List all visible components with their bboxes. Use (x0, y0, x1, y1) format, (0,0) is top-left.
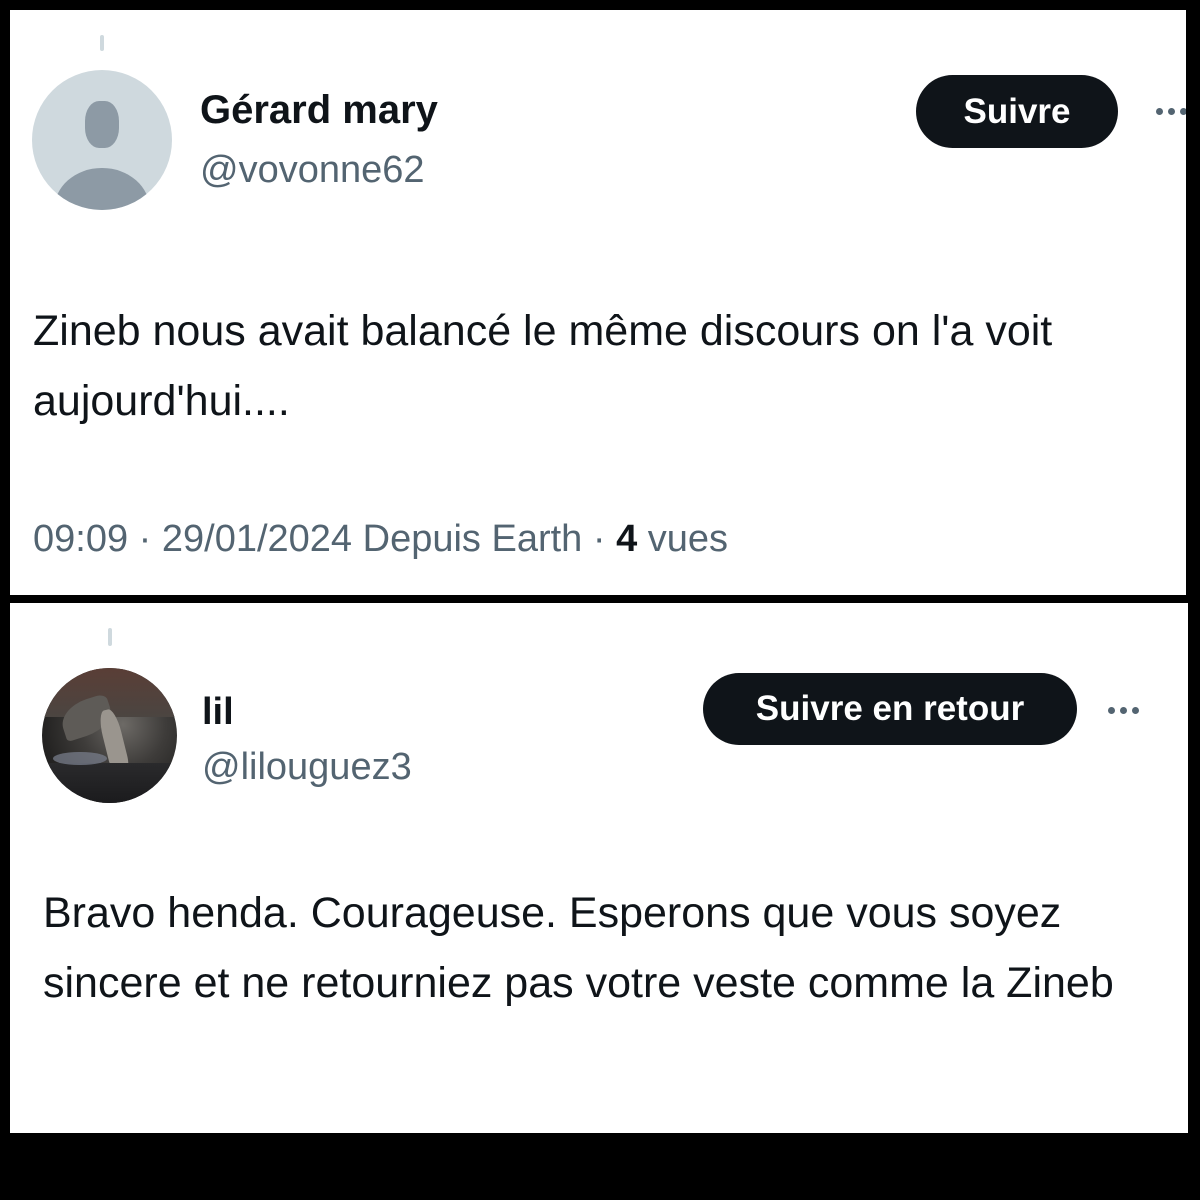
display-name[interactable]: lil (202, 691, 234, 734)
more-options-icon[interactable] (1156, 108, 1186, 115)
display-name[interactable]: Gérard mary (200, 88, 438, 133)
meta-separator: · (138, 518, 152, 560)
meta-separator: · (592, 518, 606, 560)
tweet-date[interactable]: 29/01/2024 (162, 518, 352, 560)
avatar[interactable] (32, 70, 172, 210)
user-handle[interactable]: @lilouguez3 (202, 746, 412, 789)
follow-button[interactable]: Suivre (916, 75, 1118, 148)
more-options-icon[interactable] (1108, 707, 1139, 714)
follow-back-button[interactable]: Suivre en retour (703, 673, 1077, 745)
views-label: vues (647, 518, 729, 560)
views-count: 4 (616, 518, 638, 560)
tweet-card-2: lil @lilouguez3 Suivre en retour Bravo h… (10, 603, 1188, 1133)
tweet-time[interactable]: 09:09 (33, 518, 128, 560)
tweet-text: Zineb nous avait balancé le même discour… (33, 307, 1053, 425)
default-profile-icon (85, 100, 119, 149)
tweet-text: Bravo henda. Courageuse. Esperons que vo… (43, 889, 1114, 1007)
thread-line (100, 35, 104, 51)
tweet-meta: 09:09 · 29/01/2024 Depuis Earth · 4 vues (33, 518, 728, 561)
avatar[interactable] (42, 668, 177, 803)
tweet-source: Depuis Earth (362, 518, 583, 560)
tweet-card-1: Gérard mary @vovonne62 Suivre Zineb nous… (10, 10, 1186, 595)
thread-line (108, 628, 112, 646)
user-handle[interactable]: @vovonne62 (200, 149, 425, 192)
